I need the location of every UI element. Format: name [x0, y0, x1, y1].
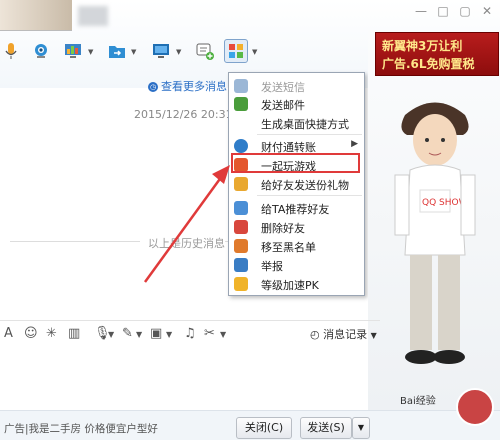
side-ad-banner[interactable]: 新翼神3万让利 广告.6L免购置税 [375, 32, 499, 76]
message-input[interactable] [0, 346, 380, 410]
voice-dropdown-icon[interactable]: ▼ [108, 330, 114, 339]
shake-icon[interactable]: ▥ [68, 326, 80, 341]
history-clock-icon: ◴ [310, 328, 320, 341]
screenshot-icon[interactable]: ✎ [122, 326, 133, 341]
emoji-icon[interactable]: ☺ [24, 326, 38, 341]
close-button[interactable]: 关闭(C) [236, 417, 292, 439]
small-avatar[interactable] [456, 388, 494, 426]
record-dropdown-icon: ▼ [370, 331, 377, 340]
scissors-icon[interactable]: ✂ [204, 326, 215, 341]
footer-bar: 广告|我是二手房 价格便宜户型好 关闭(C) 发送(S) ▼ [0, 410, 500, 440]
screenshot-dropdown-icon[interactable]: ▼ [136, 330, 142, 339]
image-icon[interactable]: ▣ [150, 326, 162, 341]
magic-emoji-icon[interactable]: ✳ [46, 326, 57, 341]
message-record-button[interactable]: ◴ 消息记录 ▼ [310, 326, 377, 342]
qq-show-avatar[interactable]: QQ SHOW [385, 95, 485, 375]
scissors-dropdown-icon[interactable]: ▼ [220, 330, 226, 339]
music-icon[interactable]: ♫ [184, 326, 196, 341]
image-dropdown-icon[interactable]: ▼ [166, 330, 172, 339]
footer-ad-link[interactable]: 广告|我是二手房 价格便宜户型好 [4, 421, 158, 436]
watermark: Bai经验 [400, 396, 436, 407]
font-icon[interactable]: A [4, 326, 13, 341]
send-button[interactable]: 发送(S) [300, 417, 352, 439]
send-options-dropdown-icon[interactable]: ▼ [352, 417, 370, 439]
